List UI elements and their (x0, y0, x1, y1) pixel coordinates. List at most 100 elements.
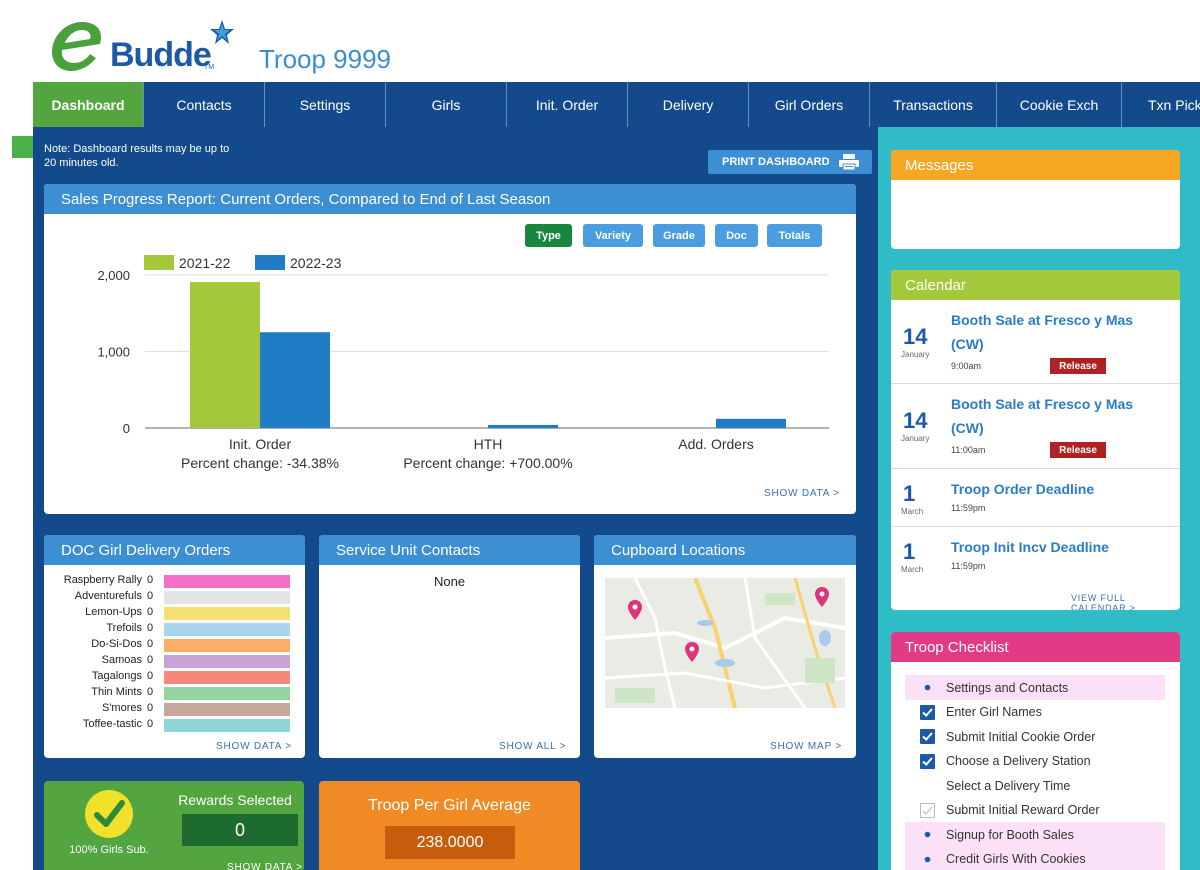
nav-tab-cookie-exch[interactable]: Cookie Exch (997, 82, 1122, 127)
doc-cookie-label: Trefoils (106, 622, 142, 634)
event-title: Troop Order Deadline (951, 481, 1095, 497)
bar-2022-23-hth (488, 424, 558, 428)
cupboard-title: Cupboard Locations (594, 535, 856, 565)
doc-cookie-count: 0 (147, 574, 154, 586)
nav-tab-dashboard[interactable]: Dashboard (33, 82, 144, 127)
checklist-title: Troop Checklist (891, 632, 1180, 662)
service-unit-show-all-link[interactable]: SHOW ALL > (499, 741, 566, 752)
map-pin-icon[interactable] (815, 587, 829, 607)
checklist-item[interactable]: Signup for Booth Sales (905, 822, 1165, 847)
doc-cookie-count: 0 (147, 654, 154, 666)
doc-cookie-bar (164, 655, 290, 668)
doc-cookie-count: 0 (147, 622, 154, 634)
checklist-item[interactable]: Enter Girl Names (905, 700, 1165, 725)
release-button[interactable]: Release (1050, 442, 1106, 458)
doc-row: Samoas 0 (44, 653, 304, 669)
map-pin-icon[interactable] (628, 600, 642, 620)
checklist-item[interactable]: Credit Girls With Cookies (905, 846, 1165, 870)
sales-chart: 2,000 1,000 0 Init. Order Percent change: -3… (97, 255, 829, 471)
calendar-event[interactable]: 1 March Troop Order Deadline 11:59pm (891, 469, 1180, 527)
nav-tab-init-order[interactable]: Init. Order (507, 82, 628, 127)
cupboard-map[interactable] (605, 578, 845, 708)
release-button[interactable]: Release (1050, 358, 1106, 374)
checklist-item[interactable]: Submit Initial Reward Order (905, 798, 1165, 823)
checkbox-checked-icon[interactable] (920, 704, 935, 720)
girls-submitted-label: 100% Girls Sub. (69, 844, 149, 856)
event-title-cont: (CW) (951, 420, 984, 436)
doc-row: S'mores 0 (44, 701, 304, 717)
x-category-label: HTH (474, 436, 503, 452)
checkbox-partial-icon[interactable] (920, 802, 935, 818)
doc-cookie-label: Lemon-Ups (85, 606, 142, 618)
checklist-item[interactable]: Select a Delivery Time (905, 773, 1165, 798)
view-full-calendar-link[interactable]: VIEW FULL CALENDAR > (1071, 593, 1180, 610)
calendar-panel: Calendar 14 January Booth Sale at Fresco y… (891, 270, 1180, 610)
checklist-item-label: Choose a Delivery Station (946, 754, 1091, 768)
checklist-item[interactable]: Submit Initial Cookie Order (905, 724, 1165, 749)
service-unit-empty: None (433, 574, 466, 589)
x-category-label: Add. Orders (678, 436, 753, 452)
nav-tab-girl-orders[interactable]: Girl Orders (749, 82, 870, 127)
calendar-event[interactable]: 14 January Booth Sale at Fresco y Mas (CW) 1… (891, 384, 1180, 469)
doc-cookie-bar (164, 607, 290, 620)
doc-show-data-link[interactable]: SHOW DATA > (216, 741, 292, 752)
doc-cookie-bar (164, 703, 290, 716)
nav-tab-delivery[interactable]: Delivery (628, 82, 749, 127)
ebudde-logo[interactable]: Budde TM (44, 8, 244, 78)
header: Budde TM Troop 9999 (0, 0, 1200, 82)
troop-checklist-panel: Troop Checklist Settings and Contacts Ent… (891, 632, 1180, 870)
event-month: January (901, 434, 930, 443)
doc-cookie-label: Toffee-tastic (82, 718, 142, 730)
doc-row: Tagalongs 0 (44, 669, 304, 685)
print-dashboard-label: PRINT DASHBOARD (722, 156, 830, 168)
y-tick-label: 2,000 (97, 268, 130, 283)
event-day: 1 (903, 481, 916, 506)
checklist-item-label: Submit Initial Reward Order (946, 803, 1100, 817)
checklist-item-label: Enter Girl Names (946, 705, 1042, 719)
messages-panel: Messages (891, 150, 1180, 249)
sales-progress-title: Sales Progress Report: Current Orders, C… (44, 184, 856, 214)
bar-2022-23-addorders (716, 418, 786, 428)
doc-cookie-bar (164, 671, 290, 684)
checklist-item[interactable]: Choose a Delivery Station (905, 749, 1165, 774)
checklist-item-label: Settings and Contacts (946, 680, 1069, 695)
checkbox-checked-icon[interactable] (920, 729, 935, 744)
doc-cookie-count: 0 (147, 702, 154, 714)
x-category-label: Init. Order (229, 436, 292, 452)
bar-2022-23-initorder (260, 332, 330, 428)
rewards-selected-title: Rewards Selected (178, 792, 292, 808)
event-month: March (901, 507, 924, 516)
print-dashboard-button[interactable]: PRINT DASHBOARD (708, 150, 872, 174)
cupboard-show-map-link[interactable]: SHOW MAP > (770, 741, 842, 752)
checklist-item-label: Credit Girls With Cookies (946, 852, 1086, 866)
nav-tab-transactions[interactable]: Transactions (870, 82, 997, 127)
checkbox-checked-icon[interactable] (920, 753, 935, 769)
nav-tab-settings[interactable]: Settings (265, 82, 386, 127)
doc-cookie-bar (164, 623, 290, 636)
right-sidebar: Messages Calendar 14 January Booth Sale at… (878, 127, 1200, 870)
y-tick-label: 0 (123, 421, 130, 436)
rewards-show-data-link[interactable]: SHOW DATA > (227, 862, 303, 870)
sales-show-data-link[interactable]: SHOW DATA > (764, 488, 840, 499)
doc-cookie-count: 0 (147, 718, 154, 730)
nav-tab-girls[interactable]: Girls (386, 82, 507, 127)
checklist-item[interactable]: Settings and Contacts (905, 675, 1165, 700)
nav-tab-txn-pickup[interactable]: Txn Pickup (1122, 82, 1200, 127)
nav-tab-contacts[interactable]: Contacts (144, 82, 265, 127)
event-day: 1 (903, 539, 916, 564)
calendar-event[interactable]: 1 March Troop Init Incv Deadline 11:59pm (891, 527, 1180, 585)
bullet-icon (924, 684, 931, 691)
doc-cookie-label: Thin Mints (91, 686, 142, 698)
main-nav: Dashboard Contacts Settings Girls Init. Orde… (33, 82, 1200, 127)
troop-per-girl-average-value: 238.0000 (385, 826, 515, 859)
map-graphic (605, 578, 845, 708)
doc-cookie-label: S'mores (102, 702, 142, 714)
map-pin-icon[interactable] (685, 642, 699, 662)
bullet-icon (924, 831, 931, 838)
doc-cookie-count: 0 (147, 606, 154, 618)
calendar-title: Calendar (891, 270, 1180, 300)
cupboard-card: Cupboard Locations SHOW MAP > (594, 535, 856, 758)
calendar-event[interactable]: 14 January Booth Sale at Fresco y Mas (CW) 9… (891, 300, 1180, 384)
event-day: 14 (903, 324, 928, 349)
doc-delivery-card: DOC Girl Delivery Orders Raspberry Rally… (44, 535, 305, 758)
